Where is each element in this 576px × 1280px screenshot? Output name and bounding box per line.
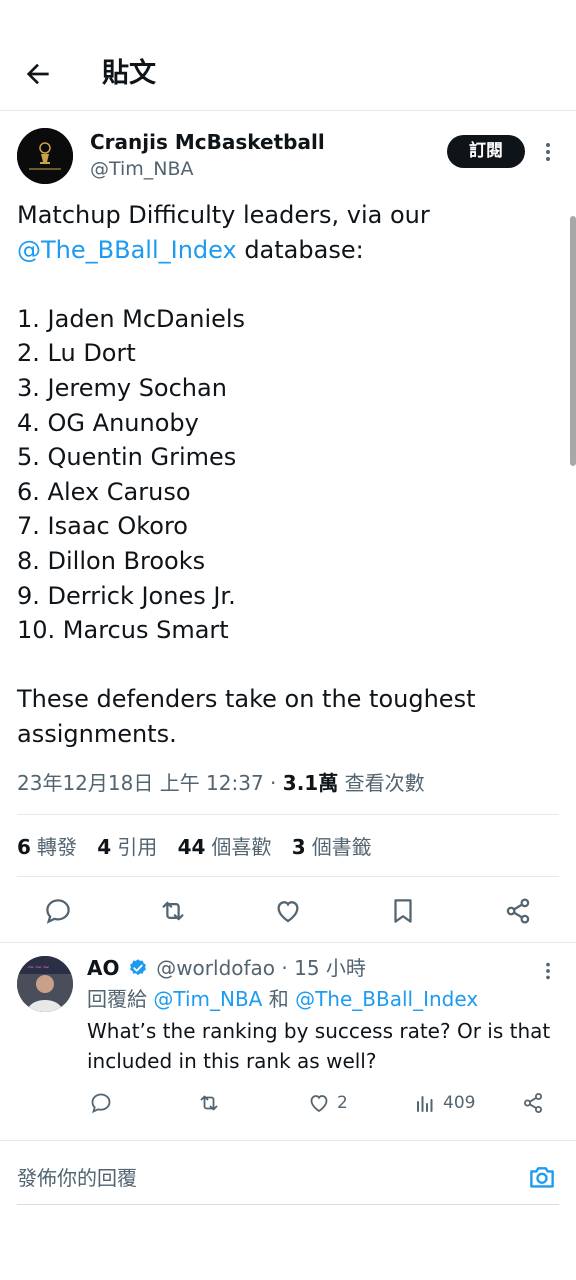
views-label: 查看次數 — [338, 771, 425, 795]
actions-divider — [0, 942, 576, 943]
list-item: 7. Isaac Okoro — [17, 512, 188, 541]
bookmark-icon[interactable] — [388, 896, 418, 926]
reply-handle-time[interactable]: @worldofao · 15 小時 — [156, 956, 366, 980]
list-item: 6. Alex Caruso — [17, 477, 191, 506]
scrollbar[interactable] — [570, 216, 576, 466]
like-icon[interactable] — [273, 896, 303, 926]
list-item: 4. OG Anunoby — [17, 408, 199, 437]
quotes-stat[interactable]: 4 引用 — [97, 835, 157, 859]
reply-to-and: 和 — [262, 987, 296, 1011]
page-title: 貼文 — [102, 58, 156, 89]
subscribe-button[interactable]: 訂閱 — [447, 135, 525, 168]
quotes-count: 4 — [97, 835, 112, 859]
reply-retweet-button[interactable] — [197, 1088, 221, 1118]
bookmarks-count: 3 — [291, 835, 306, 859]
reply-to-prefix: 回覆給 — [87, 987, 154, 1011]
reply-like-button[interactable]: 2 — [307, 1088, 348, 1118]
like-icon — [310, 1095, 328, 1113]
reply-avatar[interactable]: ~~~ — [17, 956, 73, 1012]
stats-divider — [17, 876, 559, 877]
verified-badge-icon — [129, 959, 146, 976]
quotes-label: 引用 — [117, 835, 158, 859]
likes-stat[interactable]: 44 個喜歡 — [178, 835, 272, 859]
list-item: 2. Lu Dort — [17, 339, 136, 368]
retweets-label: 轉發 — [36, 835, 77, 859]
tweet-stats: 6 轉發 4 引用 44 個喜歡 3 個書籤 — [17, 832, 386, 862]
retweets-count: 6 — [17, 835, 31, 859]
bookmarks-stat[interactable]: 3 個書籤 — [292, 835, 372, 859]
tweet-text-line: Matchup Difficulty leaders, via our — [17, 201, 430, 229]
camera-icon[interactable] — [527, 1162, 557, 1192]
reply-actions: 2 409 — [87, 1088, 557, 1120]
tweet-actions — [0, 888, 576, 934]
svg-text:~~~: ~~~ — [27, 963, 50, 973]
tweet-text-line: assignments. — [17, 719, 177, 748]
author-avatar[interactable] — [17, 128, 73, 184]
tweet-text-line: @The_BBall_Index database: — [17, 233, 557, 268]
retweet-icon — [200, 1095, 218, 1111]
reply-view-count: 409 — [443, 1093, 476, 1113]
share-icon[interactable] — [503, 896, 533, 926]
share-icon — [524, 1093, 542, 1113]
back-arrow-icon[interactable] — [22, 58, 54, 90]
tweet-text-fragment: database: — [236, 235, 364, 264]
reply-text: What’s the ranking by success rate? Or i… — [87, 1019, 551, 1073]
likes-label: 個喜歡 — [211, 835, 272, 859]
author-name[interactable]: Cranjis McBasketball — [90, 128, 325, 156]
reply-like-count: 2 — [337, 1093, 348, 1113]
views-count: 3.1萬 — [282, 771, 339, 795]
views-chart-icon — [417, 1096, 433, 1112]
tweet-meta: 23年12月18日 上午 12:37 · 3.1萬 查看次數 — [17, 768, 425, 798]
timestamp[interactable]: 23年12月18日 上午 12:37 · — [17, 771, 283, 795]
reply-to-line: 回覆給 @Tim_NBA 和 @The_BBall_Index — [87, 985, 478, 1013]
reply-author-name[interactable]: AO — [87, 956, 119, 980]
reply-to-mention-2[interactable]: @The_BBall_Index — [295, 987, 478, 1011]
reply-header: AO @worldofao · 15 小時 — [87, 954, 366, 982]
author-handle[interactable]: @Tim_NBA — [90, 156, 194, 182]
retweets-stat[interactable]: 6 轉發 — [17, 835, 77, 859]
list-item: 9. Derrick Jones Jr. — [17, 581, 236, 610]
list-item: 8. Dillon Brooks — [17, 546, 206, 575]
reply-composer: 發佈你的回覆 — [17, 1160, 559, 1205]
bookmarks-label: 個書籤 — [311, 835, 372, 859]
header-divider — [0, 110, 576, 111]
meta-divider — [17, 814, 559, 815]
composer-underline — [17, 1204, 559, 1205]
reply-reply-button[interactable] — [89, 1088, 113, 1118]
tweet-text: Matchup Difficulty leaders, via our @The… — [17, 198, 557, 752]
mention-link[interactable]: @The_BBall_Index — [17, 236, 237, 264]
more-options-icon[interactable] — [538, 140, 558, 164]
reply-divider — [0, 1140, 576, 1141]
avatar-logo-icon — [17, 128, 73, 184]
reply-icon — [91, 1093, 111, 1114]
reply-icon[interactable] — [43, 896, 73, 926]
list-item: 5. Quentin Grimes — [17, 443, 237, 472]
retweet-icon[interactable] — [158, 896, 188, 926]
reply-to-mention-1[interactable]: @Tim_NBA — [153, 987, 262, 1011]
reply-more-icon[interactable] — [538, 960, 558, 982]
list-item: 1. Jaden McDaniels — [17, 304, 246, 333]
list-item: 10. Marcus Smart — [17, 616, 229, 645]
reply-avatar-photo-icon: ~~~ — [17, 956, 73, 1012]
reply-views-button[interactable]: 409 — [413, 1088, 475, 1118]
reply-share-button[interactable] — [521, 1088, 545, 1118]
likes-count: 44 — [177, 835, 206, 859]
list-item: 3. Jeremy Sochan — [17, 373, 227, 402]
tweet-text-line: These defenders take on the toughest — [17, 685, 476, 714]
reply-input[interactable]: 發佈你的回覆 — [17, 1160, 137, 1196]
